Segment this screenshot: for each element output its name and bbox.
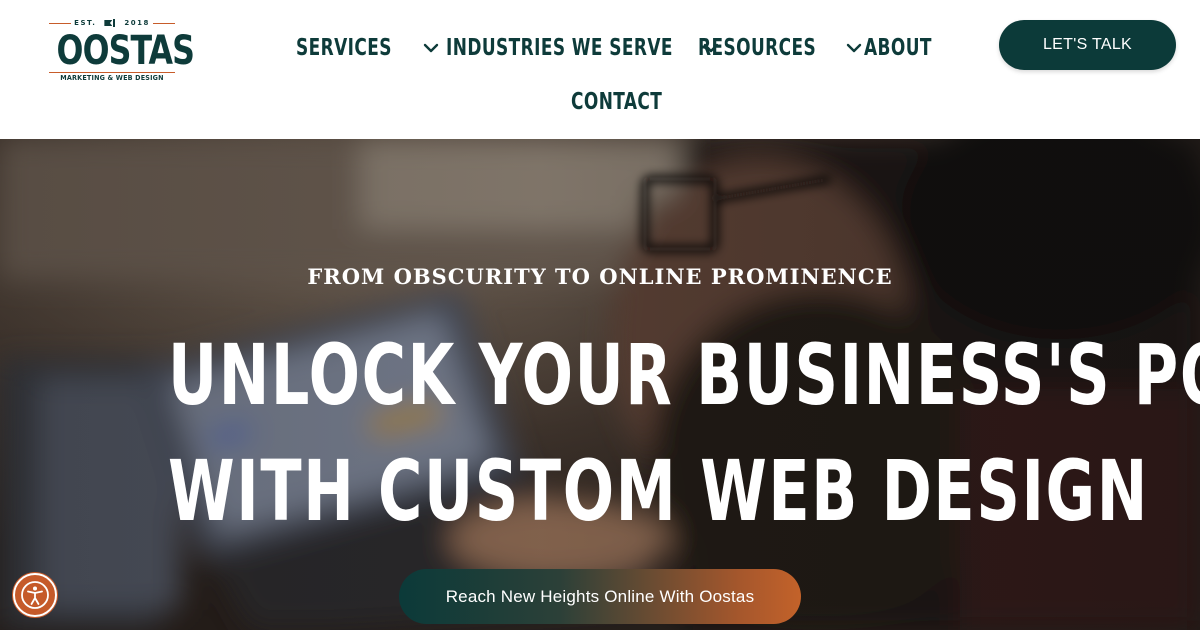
nav-item-label: INDUSTRIES WE SERVE (446, 35, 673, 61)
site-header: EST. 2018 OOSTAS MARKETING & WEB DESIGN … (0, 0, 1200, 139)
lets-talk-button[interactable]: LET'S TALK (999, 20, 1176, 70)
oostas-logo[interactable]: EST. 2018 OOSTAS MARKETING & WEB DESIGN (49, 16, 195, 84)
logo-year: 2018 (124, 19, 150, 27)
nav-item-contact[interactable]: CONTACT (571, 87, 682, 117)
nav-item-about[interactable]: ABOUT (864, 33, 947, 63)
logo-wordmark: OOSTAS (56, 28, 195, 74)
logo-tagline: MARKETING & WEB DESIGN (60, 74, 164, 82)
accessibility-icon (21, 581, 49, 609)
nav-item-label: CONTACT (571, 89, 663, 115)
flag-icon (104, 19, 116, 27)
nav-item-label: SERVICES (296, 35, 392, 61)
nav-item-label: RESOURCES (698, 35, 817, 61)
chevron-down-icon (846, 40, 862, 56)
accessibility-button[interactable] (13, 573, 57, 617)
hero-title-line-1: UNLOCK YOUR BUSINESS'S POTENTIAL (168, 326, 1200, 424)
nav-item-services[interactable]: SERVICES (296, 33, 439, 63)
logo-rule-left (49, 23, 71, 24)
hero-title: UNLOCK YOUR BUSINESS'S POTENTIAL WITH CU… (60, 317, 1200, 549)
logo-est: EST. (74, 19, 97, 27)
nav-item-label: ABOUT (864, 35, 932, 61)
chevron-down-icon (423, 40, 439, 56)
nav-item-resources[interactable]: RESOURCES (698, 33, 862, 63)
logo-rule-right (153, 23, 175, 24)
hero-title-line-2: WITH CUSTOM WEB DESIGN (168, 442, 1149, 540)
hero-section: FROM OBSCURITY TO ONLINE PROMINENCE UNLO… (0, 139, 1200, 630)
hero-eyebrow: FROM OBSCURITY TO ONLINE PROMINENCE (307, 264, 893, 289)
nav-item-industries[interactable]: INDUSTRIES WE SERVE (446, 33, 719, 63)
reach-new-heights-button[interactable]: Reach New Heights Online With Oostas (399, 569, 801, 624)
